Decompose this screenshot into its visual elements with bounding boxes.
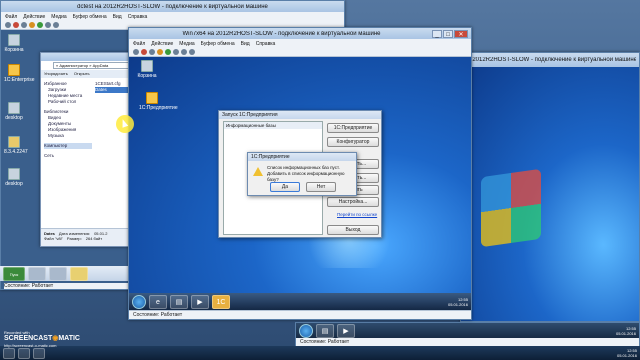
win7-menu-action[interactable]: Действие bbox=[151, 41, 173, 47]
vm3-status: Состояние: Работает bbox=[300, 339, 350, 345]
close-button[interactable]: ✕ bbox=[454, 29, 468, 38]
win7-logo-icon bbox=[481, 168, 541, 248]
dctest-task-2[interactable] bbox=[49, 266, 67, 281]
launcher-title: Запуск 1С:Предприятия bbox=[222, 112, 278, 118]
dctest-menu: Файл Действие Медиа Буфер обмена Вид Спр… bbox=[1, 12, 344, 21]
menu-help[interactable]: Справка bbox=[128, 14, 148, 20]
win7-title: Win7x64 на 2012R2HOST-SLOW - подключение… bbox=[182, 30, 381, 37]
config-button[interactable]: Конфигуратор bbox=[327, 137, 379, 147]
prompt-title: 1С:Предприятие bbox=[251, 154, 290, 160]
1c-enterprise-icon[interactable]: 1С:Enterprise bbox=[4, 64, 35, 83]
maximize-button[interactable]: □ bbox=[443, 29, 453, 38]
win7-menu: Файл Действие Медиа Буфер обмена Вид Спр… bbox=[129, 39, 471, 48]
minimize-button[interactable]: _ bbox=[432, 29, 442, 38]
explorer-cmdbar: Упорядочить Открыть bbox=[41, 70, 141, 78]
open-link[interactable]: Перейти по ссылке bbox=[337, 212, 377, 217]
open-button[interactable]: Открыть bbox=[74, 71, 90, 77]
menu-clipboard[interactable]: Буфер обмена bbox=[73, 14, 107, 20]
nav-pane: Избранное Загрузки Недавние места Рабочи… bbox=[44, 81, 92, 159]
menu-view[interactable]: Вид bbox=[113, 14, 122, 20]
ib-list-header: Информационные базы bbox=[224, 122, 322, 129]
win7-toolbar bbox=[129, 48, 471, 57]
win7-taskbar: e ▤ ▶ 1C 12:55 05.01.2016 bbox=[129, 293, 471, 310]
win7-clock: 12:55 05.01.2016 bbox=[447, 296, 468, 307]
prompt-dialog[interactable]: 1С:Предприятие Список информационных баз… bbox=[247, 152, 357, 196]
win7-start-icon[interactable] bbox=[132, 294, 146, 309]
screencast-watermark: Recorded with SCREENCAST◉MATIC http://sc… bbox=[4, 330, 80, 348]
win7-menu-view[interactable]: Вид bbox=[241, 41, 250, 47]
dctest-taskbar: Пуск bbox=[0, 266, 130, 281]
menu-file[interactable]: Файл bbox=[5, 14, 17, 20]
host-clock: 12:55 05.01.2016 bbox=[616, 348, 637, 358]
details-pane: Dates Дата изменения: 05.01.2 Файл "v8i" Ра… bbox=[41, 228, 141, 246]
vm3-clock: 12:55 05.01.2016 bbox=[615, 325, 636, 336]
win7-menu-file[interactable]: Файл bbox=[133, 41, 145, 47]
warning-icon bbox=[253, 167, 263, 176]
win7-1c-icon[interactable]: 1С:Предприятие bbox=[139, 92, 178, 111]
explorer-window[interactable]: « Администратор » AppData Упорядочить От… bbox=[40, 52, 141, 247]
win7-menu-clipboard[interactable]: Буфер обмена bbox=[201, 41, 235, 47]
dctest-title: dctest на 2012R2HOST-SLOW - подключение … bbox=[77, 3, 268, 10]
start-button[interactable]: Пуск bbox=[3, 266, 25, 281]
menu-action[interactable]: Действие bbox=[23, 14, 45, 20]
settings-button[interactable]: Настройка... bbox=[327, 197, 379, 207]
vm3-window[interactable]: на 2012R2HOST-SLOW - подключение к вирту… bbox=[460, 52, 640, 322]
desktop-icon-1[interactable]: desktop bbox=[4, 102, 24, 121]
win7-ie-icon[interactable]: e bbox=[149, 294, 167, 309]
dctest-status: Состояние: Работает bbox=[4, 283, 130, 289]
sel-kind: Файл "v8i" bbox=[44, 236, 63, 241]
dctest-task-1[interactable] bbox=[28, 266, 46, 281]
win7-1c-task-icon[interactable]: 1C bbox=[212, 294, 230, 309]
desktop-icon-2[interactable]: desktop bbox=[4, 168, 24, 187]
organize-button[interactable]: Упорядочить bbox=[44, 71, 68, 77]
recycle-bin-icon[interactable]: Корзина bbox=[4, 34, 24, 53]
win7-status: Состояние: Работает bbox=[129, 310, 471, 319]
win7-media-icon[interactable]: ▶ bbox=[191, 294, 209, 309]
prompt-message: Список информационных баз пуст. Добавить… bbox=[267, 165, 345, 182]
win7-menu-help[interactable]: Справка bbox=[256, 41, 276, 47]
win7-recycle-icon[interactable]: Корзина bbox=[137, 60, 157, 79]
vm3-title: на 2012R2HOST-SLOW - подключение к вирту… bbox=[464, 57, 636, 63]
host-task-2[interactable] bbox=[33, 347, 45, 359]
win7-explorer-icon[interactable]: ▤ bbox=[170, 294, 188, 309]
vm3-start-icon[interactable] bbox=[299, 323, 313, 338]
exit-button[interactable]: Выход bbox=[327, 225, 379, 235]
vm3-media-icon[interactable]: ▶ bbox=[337, 323, 355, 338]
menu-media[interactable]: Медиа bbox=[51, 14, 66, 20]
vm3-explorer-icon[interactable]: ▤ bbox=[316, 323, 334, 338]
host-start-icon[interactable] bbox=[3, 347, 15, 359]
dctest-task-3[interactable] bbox=[70, 266, 88, 281]
version-folder-icon[interactable]: 8.3.4.2247 bbox=[4, 136, 28, 155]
yes-button[interactable]: Да bbox=[270, 182, 300, 192]
vm3-bottom: ▤ ▶ 12:55 05.01.2016 Состояние: Работает bbox=[295, 322, 640, 347]
explorer-address[interactable]: « Администратор » AppData bbox=[53, 62, 139, 69]
no-button[interactable]: Нет bbox=[306, 182, 336, 192]
nav-network[interactable]: Сеть bbox=[44, 153, 92, 159]
win7-menu-media[interactable]: Медиа bbox=[179, 41, 194, 47]
run-button[interactable]: 1С:Предприятие bbox=[327, 123, 379, 133]
host-taskbar: 12:55 05.01.2016 bbox=[0, 346, 640, 360]
host-task-1[interactable] bbox=[18, 347, 30, 359]
